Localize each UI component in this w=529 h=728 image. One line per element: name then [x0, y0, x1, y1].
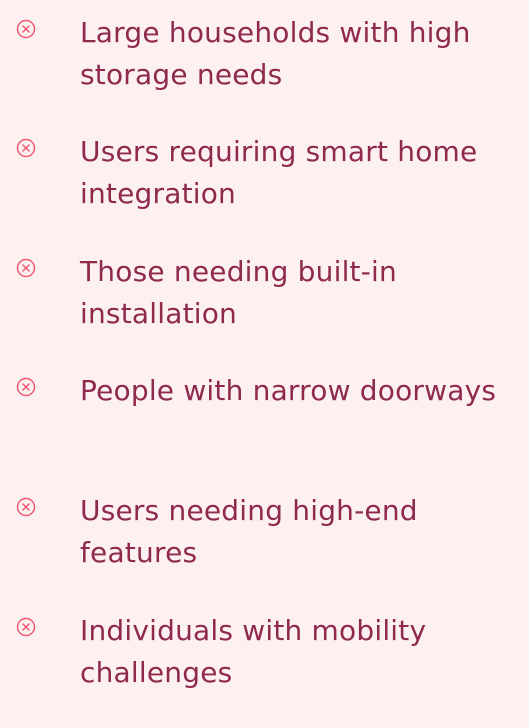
list-item: Large households with high storage needs: [0, 12, 529, 122]
list-item: Those needing built-in installation: [0, 251, 529, 361]
list-item-label: Large households with high storage needs: [80, 16, 471, 91]
list-item-label: Users requiring smart home integration: [80, 135, 478, 210]
list-item: Users needing high-end features: [0, 490, 529, 600]
list-item-label: People with narrow doorways: [80, 374, 497, 407]
unsuitable-for-list: Large households with high storage needs…: [0, 0, 529, 728]
x-circle-icon: [16, 19, 36, 39]
x-circle-icon: [16, 497, 36, 517]
list-item-label: Individuals with mobility challenges: [80, 614, 427, 689]
x-circle-icon: [16, 258, 36, 278]
x-circle-icon: [16, 377, 36, 397]
list-item: Individuals with mobility challenges: [0, 610, 529, 720]
list-item-label: Users needing high-end features: [80, 494, 418, 569]
list-item: Users requiring smart home integration: [0, 131, 529, 241]
x-circle-icon: [16, 617, 36, 637]
list-item: People with narrow doorways: [0, 370, 529, 480]
list-item-label: Those needing built-in installation: [80, 255, 397, 330]
x-circle-icon: [16, 138, 36, 158]
